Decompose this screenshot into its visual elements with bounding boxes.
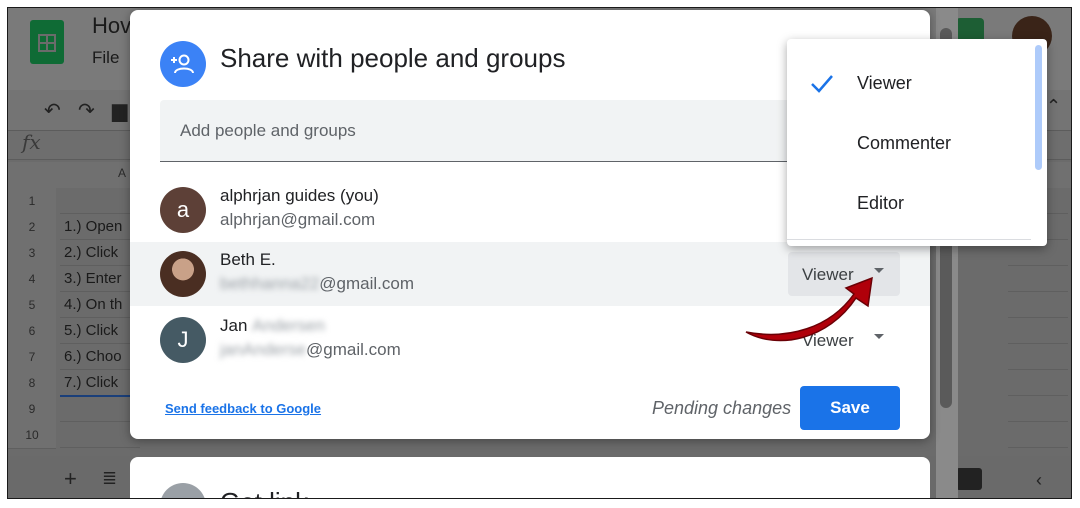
selected-cell-border bbox=[60, 395, 140, 397]
person-first-name: Jan bbox=[220, 316, 248, 335]
cell-a[interactable] bbox=[60, 188, 140, 214]
row-number[interactable]: 3 bbox=[8, 240, 56, 267]
menu-item-commenter[interactable]: Commenter bbox=[787, 115, 1047, 175]
cell-a[interactable]: 4.) On th bbox=[60, 292, 140, 318]
row-number[interactable]: 7 bbox=[8, 344, 56, 371]
print-icon[interactable]: ▆ bbox=[112, 98, 127, 123]
row-number[interactable]: 1 bbox=[8, 188, 56, 215]
explore-icon[interactable] bbox=[956, 468, 982, 490]
person-name: Beth E. bbox=[220, 250, 276, 269]
chevron-up-icon[interactable]: ⌃ bbox=[1046, 96, 1061, 117]
document-title[interactable]: Hov bbox=[92, 13, 131, 39]
cell-a[interactable] bbox=[60, 396, 140, 422]
email-domain: @gmail.com bbox=[306, 340, 401, 359]
menu-item-editor[interactable]: Editor bbox=[787, 175, 1047, 235]
row-number[interactable]: 4 bbox=[8, 266, 56, 293]
menu-divider bbox=[787, 239, 1031, 240]
add-sheet-icon[interactable]: + bbox=[64, 466, 77, 492]
person-email: alphrjan@gmail.com bbox=[220, 210, 376, 229]
sheets-logo-icon[interactable] bbox=[30, 20, 64, 64]
cell-a[interactable]: 6.) Choo bbox=[60, 344, 140, 370]
role-dropdown-menu: Viewer Commenter Editor bbox=[787, 39, 1047, 246]
red-arrow-annotation bbox=[745, 276, 873, 342]
link-icon bbox=[160, 483, 206, 498]
cell-a[interactable] bbox=[60, 422, 140, 448]
fx-icon: fx bbox=[22, 130, 41, 154]
get-link-title: Get link bbox=[220, 487, 308, 498]
redo-icon[interactable]: ↷ bbox=[78, 98, 95, 123]
undo-icon[interactable]: ↶ bbox=[44, 98, 61, 123]
menu-item-label: Commenter bbox=[857, 133, 952, 153]
email-domain: @gmail.com bbox=[319, 274, 415, 293]
cell-a[interactable]: 7.) Click bbox=[60, 370, 140, 396]
menu-file[interactable]: File bbox=[92, 48, 119, 68]
menu-item-viewer[interactable]: Viewer bbox=[787, 55, 1047, 115]
person-email: bethhanna22@gmail.com bbox=[220, 274, 414, 294]
person-email: janAnderse@gmail.com bbox=[220, 340, 401, 360]
blurred-last-name: Andersen bbox=[252, 316, 325, 335]
row-number[interactable]: 10 bbox=[8, 422, 56, 449]
screenshot-frame: Hov File ↶ ↷ ▆ fx A 1 2 1.) Open 3 2.) Click… bbox=[7, 7, 1072, 499]
row-number[interactable]: 9 bbox=[8, 396, 56, 423]
dialog-title: Share with people and groups bbox=[220, 43, 566, 73]
row-number[interactable]: 6 bbox=[8, 318, 56, 345]
add-people-field[interactable] bbox=[160, 100, 800, 162]
chevron-left-icon[interactable]: ‹ bbox=[1036, 470, 1042, 491]
add-person-icon bbox=[160, 41, 206, 87]
menu-item-label: Viewer bbox=[857, 73, 912, 93]
row-number[interactable]: 5 bbox=[8, 292, 56, 319]
person-name: Jan Andersen bbox=[220, 316, 325, 336]
checkmark-icon bbox=[811, 75, 833, 93]
menu-scrollbar-thumb[interactable] bbox=[1035, 45, 1042, 170]
column-a-header[interactable]: A bbox=[118, 166, 126, 180]
get-link-dialog: Get link bbox=[130, 457, 930, 498]
cell-a[interactable]: 1.) Open bbox=[60, 214, 140, 240]
row-number[interactable]: 2 bbox=[8, 214, 56, 241]
send-feedback-link[interactable]: Send feedback to Google bbox=[165, 401, 321, 416]
cell-a[interactable]: 5.) Click bbox=[60, 318, 140, 344]
cell-a[interactable]: 2.) Click bbox=[60, 240, 140, 266]
all-sheets-icon[interactable]: ≣ bbox=[102, 468, 117, 489]
avatar-photo bbox=[160, 251, 206, 297]
save-button[interactable]: Save bbox=[800, 386, 900, 430]
pending-changes-text: Pending changes bbox=[652, 398, 792, 418]
person-name: alphrjan guides (you) bbox=[220, 186, 379, 205]
avatar: J bbox=[160, 317, 206, 363]
add-people-input[interactable] bbox=[160, 100, 800, 161]
row-number[interactable]: 8 bbox=[8, 370, 56, 397]
avatar: a bbox=[160, 187, 206, 233]
cell-a[interactable]: 3.) Enter bbox=[60, 266, 140, 292]
blurred-email: janAnderse bbox=[220, 340, 307, 359]
menu-item-label: Editor bbox=[857, 193, 905, 213]
blurred-email: bethhanna22 bbox=[220, 274, 320, 293]
